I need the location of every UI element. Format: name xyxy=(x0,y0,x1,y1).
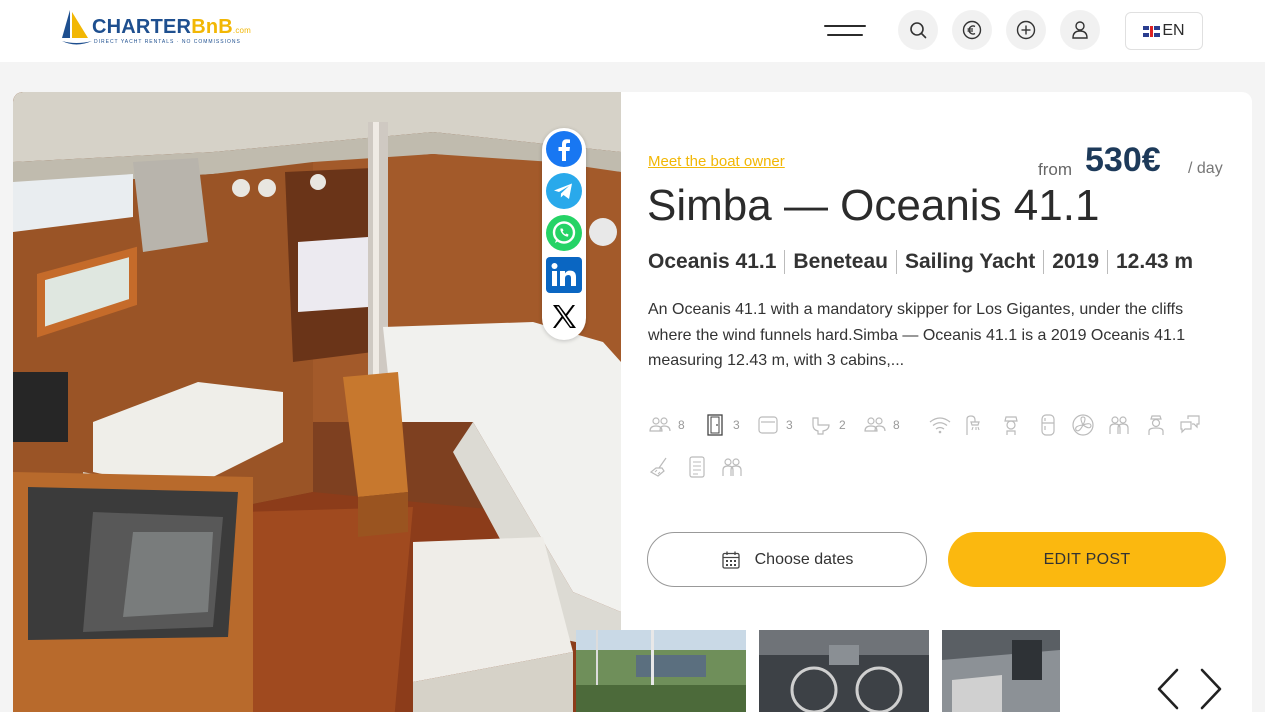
boat-interior-image xyxy=(13,92,621,712)
gallery-thumbnail[interactable] xyxy=(759,630,929,712)
search-icon xyxy=(910,22,927,39)
bed-icon xyxy=(758,416,778,434)
spec-divider xyxy=(1043,250,1045,274)
amenity-documents xyxy=(685,452,709,482)
crew-icon xyxy=(1109,416,1129,434)
search-button[interactable] xyxy=(898,10,938,50)
sailboat-logo-icon xyxy=(62,10,92,45)
spec-divider xyxy=(1107,250,1108,274)
group-icon xyxy=(722,458,742,476)
cleaning-icon xyxy=(649,457,667,477)
amenity-fridge xyxy=(1036,410,1060,440)
site-header: CHARTERBnB.com DIRECT YACHT RENTALS · NO… xyxy=(0,0,1265,62)
next-arrow-icon[interactable] xyxy=(1196,666,1226,712)
spec-year: 2019 xyxy=(1052,250,1099,273)
door-cabin-icon xyxy=(707,414,723,436)
price-value: 530€ xyxy=(1085,141,1161,179)
fan-icon xyxy=(1072,414,1094,436)
choose-dates-label: Choose dates xyxy=(754,550,854,568)
amenity-count: 3 xyxy=(786,418,793,432)
price-unit: / day xyxy=(1188,160,1223,177)
language-label: EN xyxy=(1162,22,1185,39)
amenity-skipper xyxy=(999,410,1023,440)
fridge-icon xyxy=(1041,414,1055,436)
marina-photo xyxy=(576,630,746,712)
toilet-icon xyxy=(812,417,830,435)
boat-description: An Oceanis 41.1 with a mandatory skipper… xyxy=(648,301,1186,369)
amenity-people: 8 xyxy=(863,410,900,440)
skipper-icon xyxy=(1004,416,1018,435)
spec-model: Oceanis 41.1 xyxy=(648,250,777,273)
amenity-count: 8 xyxy=(893,418,900,432)
euro-icon xyxy=(962,20,982,40)
calendar-icon xyxy=(721,551,740,569)
listing-card: Meet the boat owner from 530€ / day Simb… xyxy=(13,92,1252,712)
meet-owner-link[interactable]: Meet the boat owner xyxy=(648,153,785,170)
amenity-crew xyxy=(1107,410,1131,440)
amenity-count: 2 xyxy=(839,418,846,432)
price-prefix: from xyxy=(1038,160,1072,179)
spec-length: 12.43 m xyxy=(1116,250,1194,273)
wifi-icon xyxy=(929,417,951,434)
chat-icon xyxy=(1180,415,1200,434)
shower-icon xyxy=(966,415,980,435)
whatsapp-icon[interactable] xyxy=(545,214,583,252)
facebook-icon[interactable] xyxy=(545,130,583,168)
spec-type: Sailing Yacht xyxy=(904,250,1036,273)
guests-icon xyxy=(649,417,671,432)
uk-flag-icon xyxy=(1143,25,1161,37)
document-icon xyxy=(689,456,705,478)
x-icon[interactable] xyxy=(545,298,583,336)
logo-tagline: DIRECT YACHT RENTALS · NO COMMISSIONS xyxy=(94,39,241,45)
gallery-thumbnail[interactable] xyxy=(942,630,1060,712)
logo-wordmark: CHARTERBnB.com xyxy=(92,16,252,38)
amenity-fan xyxy=(1071,410,1095,440)
user-icon xyxy=(1072,21,1088,39)
share-bar xyxy=(542,128,586,340)
gallery-thumbnail[interactable] xyxy=(576,630,746,712)
plus-circle-icon xyxy=(1016,20,1036,40)
amenity-group xyxy=(720,452,744,482)
amenity-guests: 8 xyxy=(648,410,685,440)
people-icon xyxy=(864,417,886,432)
main-boat-photo[interactable] xyxy=(13,92,621,712)
amenity-shower xyxy=(961,410,985,440)
add-listing-button[interactable] xyxy=(1006,10,1046,50)
amenity-support xyxy=(1178,410,1202,440)
boat-specs: Oceanis 41.1 Beneteau Sailing Yacht 2019… xyxy=(648,248,1193,276)
amenity-berths: 3 xyxy=(756,410,793,440)
telegram-icon[interactable] xyxy=(545,172,583,210)
amenity-cabins: 3 xyxy=(703,410,740,440)
amenity-wifi xyxy=(928,410,952,440)
menu-icon[interactable] xyxy=(824,22,866,40)
language-selector[interactable]: EN xyxy=(1125,12,1203,50)
amenity-cleaning xyxy=(648,452,672,482)
prev-arrow-icon[interactable] xyxy=(1153,666,1183,712)
cockpit-photo xyxy=(759,630,929,712)
amenity-count: 8 xyxy=(678,418,685,432)
linkedin-icon[interactable] xyxy=(545,256,583,294)
currency-button[interactable] xyxy=(952,10,992,50)
account-button[interactable] xyxy=(1060,10,1100,50)
site-logo[interactable]: CHARTERBnB.com DIRECT YACHT RENTALS · NO… xyxy=(62,8,252,52)
spec-divider xyxy=(895,250,897,274)
boat-title: Simba — Oceanis 41.1 xyxy=(647,181,1100,230)
edit-post-button[interactable]: EDIT POST xyxy=(948,532,1226,587)
host-icon xyxy=(1148,415,1164,435)
amenity-host xyxy=(1144,410,1168,440)
amenity-toilets: 2 xyxy=(809,410,846,440)
deck-photo xyxy=(942,630,1060,712)
choose-dates-button[interactable]: Choose dates xyxy=(647,532,927,587)
amenity-count: 3 xyxy=(733,418,740,432)
spec-brand: Beneteau xyxy=(793,250,888,273)
spec-divider xyxy=(784,250,786,274)
